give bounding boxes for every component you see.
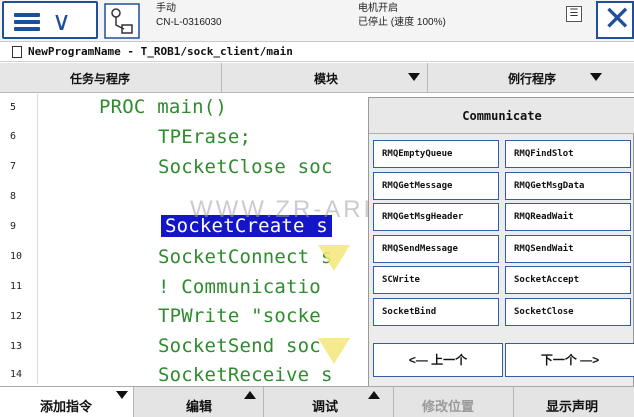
popup-triangle-icon (368, 391, 380, 399)
button-label: 调试 (312, 399, 339, 414)
menu-icon (14, 13, 40, 31)
show-declaration-button[interactable]: 显示声明 (514, 387, 634, 417)
tab-modules[interactable]: 模块 (222, 63, 428, 93)
edit-button[interactable]: 编辑 (134, 387, 264, 417)
abb-menu-button[interactable]: ∨ (2, 1, 98, 39)
line-number: 8 (10, 191, 17, 202)
debug-button[interactable]: 调试 (264, 387, 394, 417)
dropdown-triangle-icon (590, 73, 602, 81)
line-number: 13 (10, 341, 23, 352)
instruction-button[interactable]: RMQFindSlot (505, 140, 631, 168)
editor-title: NewProgramName - T_ROB1/sock_client/main (0, 42, 634, 62)
code-line[interactable]: SocketClose soc (158, 156, 333, 178)
motion-pointer-icon (318, 338, 350, 364)
instruction-button[interactable]: RMQSendWait (505, 235, 631, 263)
instruction-button[interactable]: RMQGetMsgHeader (373, 203, 499, 231)
code-line[interactable]: SocketReceive s (158, 364, 333, 384)
motor-state: 电机开启 (358, 3, 398, 14)
robot-status-icon[interactable] (104, 3, 140, 39)
add-instruction-button[interactable]: 添加指令 (0, 387, 134, 417)
line-number: 7 (10, 161, 17, 172)
quickset-icon[interactable]: ☰ (566, 6, 582, 22)
code-line[interactable]: SocketSend soc (158, 335, 321, 357)
operating-mode: 手动 (156, 3, 176, 14)
line-number: 10 (10, 251, 23, 262)
mode-info: 手动 CN-L-0316030 (156, 2, 222, 30)
popup-triangle-icon (244, 391, 256, 399)
dropdown-triangle-icon (408, 73, 420, 81)
button-label: 修改位置 (422, 399, 475, 414)
close-button[interactable]: ✕ (596, 0, 634, 39)
program-pointer-icon (318, 245, 350, 271)
code-line[interactable]: TPWrite "socke (158, 305, 321, 327)
button-label: 编辑 (186, 399, 213, 414)
line-number: 11 (10, 281, 23, 292)
line-number: 6 (10, 131, 17, 142)
program-path: NewProgramName - T_ROB1/sock_client/main (28, 45, 293, 58)
editor-tabs: 任务与程序 模块 例行程序 (0, 63, 634, 93)
instruction-category-title[interactable]: Communicate (369, 98, 634, 134)
instruction-button[interactable]: SocketAccept (505, 266, 631, 294)
instruction-button[interactable]: RMQSendMessage (373, 235, 499, 263)
line-number: 14 (10, 369, 23, 380)
tab-label: 任务与程序 (70, 72, 131, 86)
instruction-picker: Communicate RMQEmptyQueue RMQFindSlot RM… (368, 97, 634, 387)
button-label: 添加指令 (40, 399, 93, 414)
next-page-button[interactable]: 下一个 —> (505, 343, 634, 377)
instruction-button[interactable]: RMQGetMsgData (505, 172, 631, 200)
tab-label: 模块 (314, 72, 339, 86)
modify-position-button[interactable]: 修改位置 (394, 387, 514, 417)
instruction-button[interactable]: SCWrite (373, 266, 499, 294)
previous-page-button[interactable]: <— 上一个 (373, 343, 503, 377)
line-number: 12 (10, 311, 23, 322)
tab-label: 例行程序 (508, 72, 557, 86)
instruction-button[interactable]: RMQGetMessage (373, 172, 499, 200)
program-state: 已停止 (速度 100%) (358, 17, 446, 28)
tab-routines[interactable]: 例行程序 (428, 63, 634, 93)
line-number: 9 (10, 221, 17, 232)
document-icon (12, 46, 22, 58)
code-line[interactable]: SocketConnect s (158, 246, 333, 268)
instruction-button[interactable]: RMQReadWait (505, 203, 631, 231)
status-bar: ∨ 手动 CN-L-0316030 电机开启 已停止 (速度 100%) ☰ ✕ (0, 0, 634, 42)
chevron-down-icon: ∨ (52, 7, 72, 37)
button-label: 显示声明 (546, 399, 599, 414)
instruction-button[interactable]: RMQEmptyQueue (373, 140, 499, 168)
close-icon: ✕ (603, 0, 632, 39)
motor-info: 电机开启 已停止 (速度 100%) (358, 2, 446, 30)
instruction-button[interactable]: SocketClose (505, 298, 631, 326)
tab-tasks-programs[interactable]: 任务与程序 (0, 63, 222, 93)
line-number: 5 (10, 102, 17, 113)
line-number-gutter: 5 6 7 8 9 10 11 12 13 14 (0, 94, 38, 384)
dropdown-triangle-icon (116, 391, 128, 399)
code-line[interactable]: TPErase; (158, 126, 251, 148)
command-bar: 添加指令 编辑 调试 修改位置 显示声明 (0, 386, 634, 417)
code-line[interactable]: PROC main() (99, 96, 227, 118)
controller-name: CN-L-0316030 (156, 17, 222, 28)
code-line[interactable]: ! Communicatio (158, 276, 321, 298)
instruction-button[interactable]: SocketBind (373, 298, 499, 326)
